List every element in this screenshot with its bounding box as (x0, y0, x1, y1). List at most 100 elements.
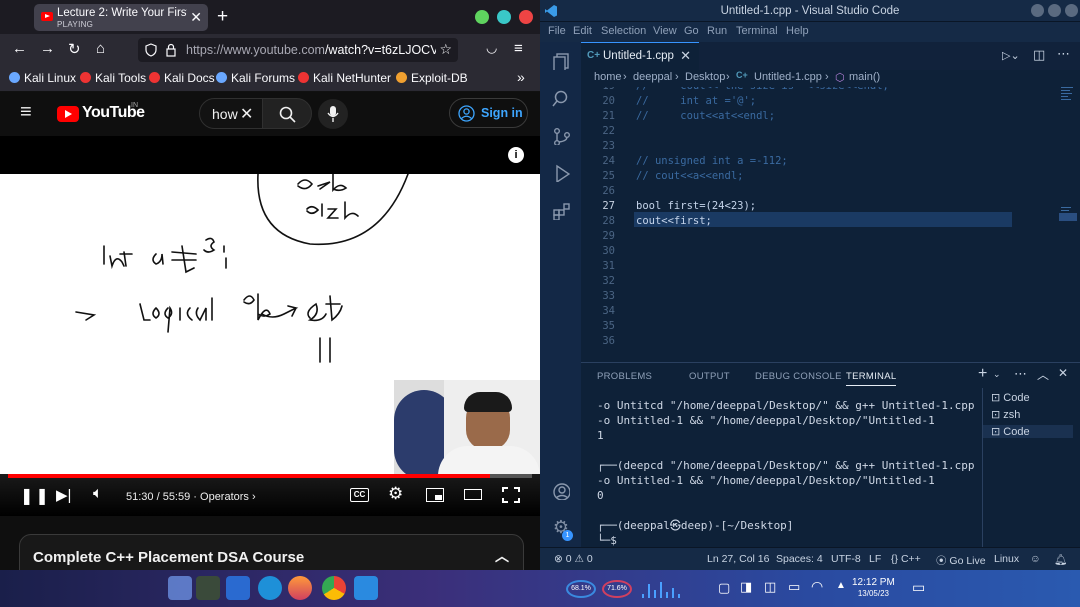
theater-mode-icon[interactable] (464, 489, 482, 500)
breadcrumb-home[interactable]: home (594, 71, 622, 83)
chevron-down-icon[interactable]: ⌄ (993, 369, 1001, 380)
language-mode[interactable]: {} C++ (891, 553, 921, 565)
back-icon[interactable]: ← (12, 40, 27, 57)
new-terminal-icon[interactable]: + (978, 365, 987, 383)
pause-icon[interactable]: ❚❚ (20, 486, 51, 506)
split-editor-icon[interactable]: ◫ (1033, 47, 1045, 63)
more-bookmarks-icon[interactable]: » (517, 69, 525, 85)
fullscreen-icon[interactable] (502, 487, 520, 503)
system-tray-expand-icon[interactable]: ▲ (836, 580, 846, 591)
run-code-icon[interactable]: ▷⌄ (1002, 49, 1020, 62)
chapter-label[interactable]: Operators (200, 491, 249, 503)
extensions-icon[interactable] (552, 202, 570, 220)
search-input[interactable]: how ✕ (199, 98, 263, 129)
reload-icon[interactable]: ↻ (68, 40, 81, 58)
devices-icon[interactable]: ◨ (740, 579, 752, 595)
source-control-icon[interactable] (552, 127, 570, 145)
voice-search-button[interactable] (318, 99, 348, 129)
terminal-output[interactable]: -o Untitcd "/home/deeppal/Desktop/" && g… (597, 398, 987, 548)
playlist-card[interactable]: Complete C++ Placement DSA Course ︿ (19, 534, 524, 570)
window-close-button[interactable] (519, 10, 533, 24)
pocket-icon[interactable]: ◡ (486, 40, 497, 56)
forward-icon[interactable]: → (40, 40, 55, 57)
captions-button[interactable]: CC (350, 488, 369, 502)
minimap[interactable] (1059, 87, 1077, 237)
breadcrumb-desktop[interactable]: Desktop (685, 71, 725, 83)
clock[interactable]: 12:12 PM 13/05/23 (852, 577, 895, 599)
explorer-icon[interactable] (552, 52, 570, 70)
vscode-maximize-button[interactable] (1048, 4, 1061, 17)
breadcrumb-deeppal[interactable]: deeppal (633, 71, 672, 83)
next-video-icon[interactable]: ▶| (56, 486, 71, 504)
bookmark-kali-linux[interactable]: Kali Linux (9, 71, 76, 85)
terminal-item-zsh[interactable]: ⊡ zsh (991, 408, 1020, 421)
menu-terminal[interactable]: Terminal (736, 25, 778, 37)
home-icon[interactable]: ⌂ (96, 40, 105, 57)
apple-menu-icon[interactable] (144, 576, 168, 600)
cursor-position[interactable]: Ln 27, Col 16 (707, 553, 769, 565)
terminal-item-code-active[interactable]: ⊡ Code (983, 425, 1073, 438)
window-maximize-button[interactable] (497, 10, 511, 24)
bookmark-kali-docs[interactable]: Kali Docs (149, 71, 215, 85)
account-icon[interactable] (552, 482, 570, 500)
tab-debug-console[interactable]: DEBUG CONSOLE (755, 371, 842, 382)
terminal-item-code[interactable]: ⊡ Code (991, 391, 1030, 404)
window-minimize-button[interactable] (475, 10, 489, 24)
menu-file[interactable]: File (548, 25, 566, 37)
maximize-panel-icon[interactable]: ︿ (1037, 366, 1049, 383)
file-manager-icon[interactable] (226, 576, 250, 600)
show-desktop-icon[interactable]: ▭ (912, 579, 925, 596)
tab-problems[interactable]: PROBLEMS (597, 371, 652, 382)
search-button[interactable] (262, 98, 312, 129)
url-bar[interactable]: https://www.youtube.com/watch?v=t6zLJOCV… (138, 38, 458, 62)
breadcrumb-function[interactable]: main() (849, 71, 880, 83)
menu-go[interactable]: Go (684, 25, 699, 37)
browser-tab-youtube[interactable]: Lecture 2: Write Your First PLAYING ✕ (34, 4, 208, 31)
breadcrumb-file[interactable]: Untitled-1.cpp (754, 71, 822, 83)
go-live-button[interactable]: ⦿ Go Live (936, 553, 986, 568)
info-icon[interactable]: i (508, 147, 524, 163)
code-editor[interactable]: 19 // cout<<"the size is "<<size<<endl; 20… (581, 87, 1080, 362)
more-actions-icon[interactable]: ⋯ (1057, 46, 1070, 62)
feedback-icon[interactable]: ☺ (1030, 553, 1041, 565)
wifi-icon[interactable]: ◠ (811, 578, 823, 595)
terminal-app-icon[interactable] (196, 576, 220, 600)
volume-icon[interactable]: 🔈︎ (93, 485, 103, 503)
menu-view[interactable]: View (653, 25, 677, 37)
notifications-bell-icon[interactable]: 🔔︎ (1054, 553, 1067, 566)
battery-icon[interactable]: ▭ (788, 579, 800, 595)
vscode-close-button[interactable] (1065, 4, 1078, 17)
hamburger-menu-icon[interactable]: ≡ (20, 101, 32, 124)
problems-status[interactable]: ⊗ 0 ⚠ 0 (554, 553, 593, 565)
clear-search-icon[interactable]: ✕ (240, 104, 253, 124)
close-tab-icon[interactable]: ✕ (190, 9, 202, 26)
chrome-app-icon[interactable] (322, 576, 346, 600)
bookmark-exploit-db[interactable]: Exploit-DB (396, 71, 468, 85)
vscode-app-icon[interactable] (354, 576, 378, 600)
search-icon[interactable] (552, 89, 570, 107)
storage-icon[interactable]: ◫ (764, 579, 776, 595)
menu-edit[interactable]: Edit (573, 25, 592, 37)
menu-icon[interactable]: ≡ (514, 40, 523, 57)
run-debug-icon[interactable] (552, 164, 570, 182)
new-tab-button[interactable]: + (217, 6, 228, 28)
close-panel-icon[interactable]: ✕ (1058, 366, 1068, 380)
indentation[interactable]: Spaces: 4 (776, 553, 823, 565)
vscode-minimize-button[interactable] (1031, 4, 1044, 17)
bookmark-kali-tools[interactable]: Kali Tools (80, 71, 146, 85)
sign-in-button[interactable]: Sign in (449, 98, 528, 128)
menu-selection[interactable]: Selection (601, 25, 646, 37)
bookmark-star-icon[interactable]: ☆ (439, 41, 452, 58)
encoding[interactable]: UTF-8 (831, 553, 861, 565)
close-tab-icon[interactable]: ✕ (680, 48, 691, 64)
bookmark-kali-nethunter[interactable]: Kali NetHunter (298, 71, 391, 85)
firefox-app-icon[interactable] (288, 576, 312, 600)
youtube-logo-icon[interactable] (57, 106, 79, 122)
bookmark-kali-forums[interactable]: Kali Forums (216, 71, 295, 85)
clipboard-icon[interactable]: ▢ (718, 580, 730, 596)
video-progress-bar[interactable] (8, 474, 532, 478)
video-player[interactable] (0, 174, 540, 478)
miniplayer-icon[interactable] (426, 488, 444, 502)
workspace-switcher-icon[interactable] (168, 576, 192, 600)
tab-terminal[interactable]: TERMINAL (846, 371, 897, 386)
